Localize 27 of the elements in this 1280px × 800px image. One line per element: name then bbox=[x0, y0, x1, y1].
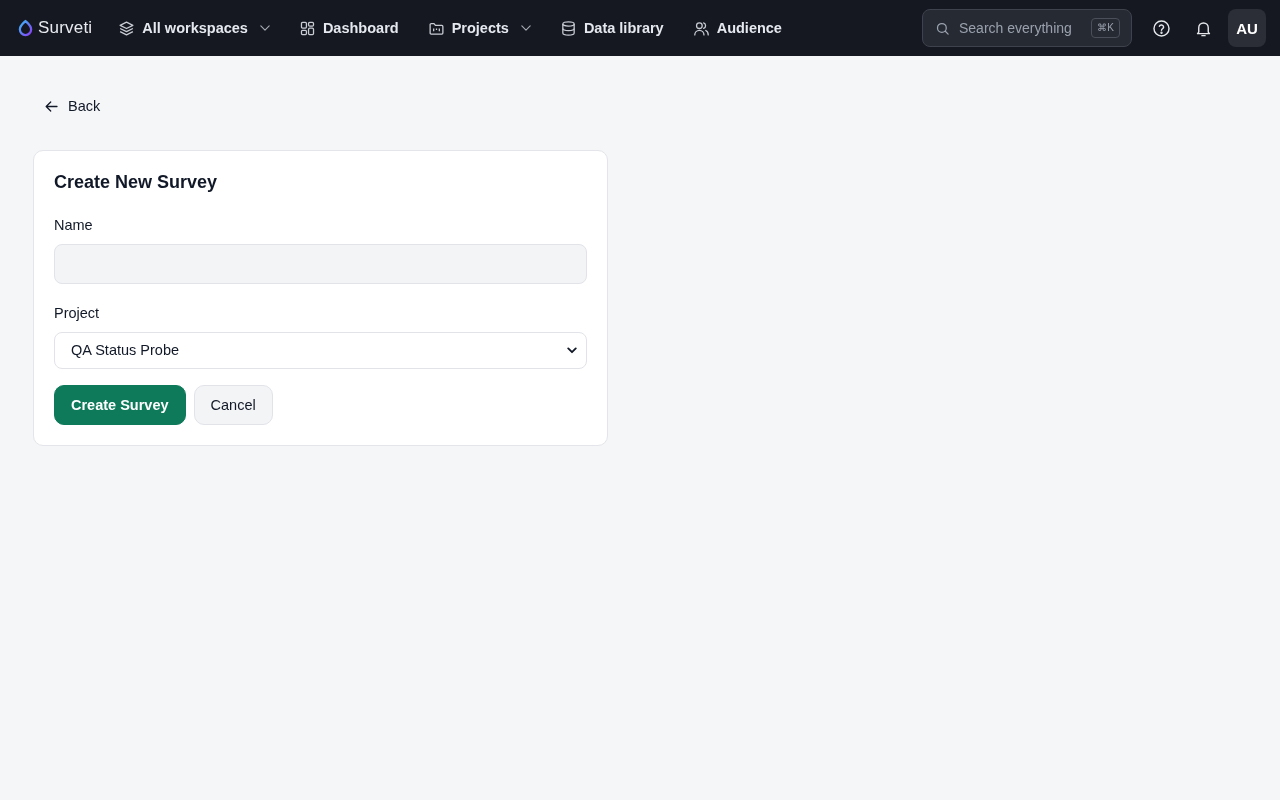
nav-menu[interactable]: Projects bbox=[427, 19, 531, 37]
nav-link[interactable]: Dashboard bbox=[298, 19, 399, 37]
grid-icon bbox=[298, 19, 316, 37]
cancel-button[interactable]: Cancel bbox=[193, 384, 273, 425]
name-field[interactable] bbox=[54, 243, 587, 284]
nav-link[interactable]: Audience bbox=[692, 19, 782, 37]
create-survey-button[interactable]: Create Survey bbox=[54, 384, 186, 425]
form-title: Create New Survey bbox=[54, 170, 219, 193]
database-icon bbox=[559, 19, 577, 37]
logo-icon bbox=[18, 19, 33, 37]
brand-name: Surveti bbox=[38, 18, 93, 38]
back-link[interactable]: Back bbox=[45, 98, 101, 114]
help-icon bbox=[1151, 18, 1171, 38]
chevron-down-icon bbox=[567, 346, 577, 354]
field-label: Project bbox=[54, 304, 101, 322]
user-avatar[interactable]: AU bbox=[1228, 9, 1266, 47]
arrow-left-icon bbox=[45, 100, 58, 112]
chevron-down-icon bbox=[259, 25, 270, 31]
field-label: Name bbox=[54, 216, 94, 234]
nav-link[interactable]: Data library bbox=[559, 19, 664, 37]
chevron-down-icon bbox=[520, 25, 531, 31]
project-select[interactable]: QA Status Probe bbox=[54, 331, 587, 369]
search-icon bbox=[935, 20, 950, 36]
shortcut-hint: ⌘K bbox=[1091, 18, 1120, 38]
nav-menu[interactable]: All workspaces bbox=[118, 19, 270, 37]
users-icon bbox=[692, 19, 710, 37]
layers-icon bbox=[118, 19, 136, 37]
